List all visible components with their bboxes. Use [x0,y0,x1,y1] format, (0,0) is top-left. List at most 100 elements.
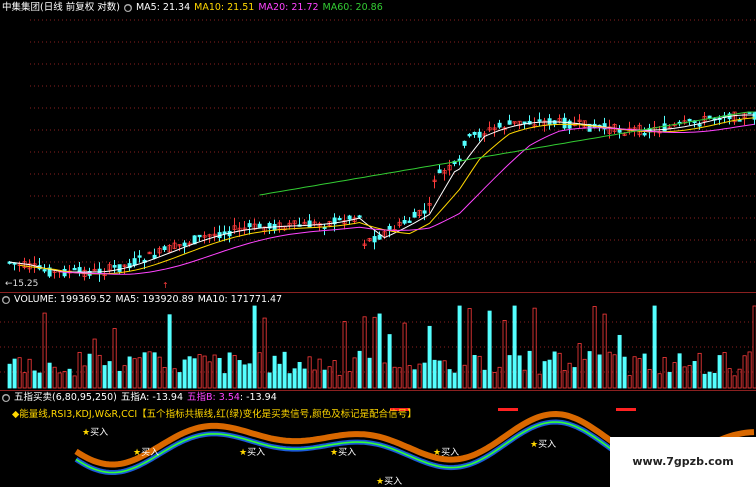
volume-bar [747,351,752,389]
volume-bar [132,358,137,389]
volume-bar [17,357,22,389]
volume-bar [277,363,282,389]
settings-circle-icon[interactable]: ● [2,295,10,304]
volume-bar [622,356,627,389]
candle-body [472,131,477,135]
candle-body [422,210,427,214]
buy-signal-marker: ★买入 [330,448,357,458]
ma20-value: MA20: 21.72 [258,2,319,13]
volume-bar [272,355,277,389]
candle-body [132,258,137,266]
volume-bar [222,373,227,389]
ma10-value: MA10: 21.51 [194,2,255,13]
volume-bar [297,361,302,389]
volume-bar [207,361,212,389]
candle-body [162,246,167,251]
volume-bar [422,362,427,389]
volume-bar [312,369,317,389]
sell-signal-bar [616,408,636,411]
volume-bar [82,365,87,389]
candle-body [307,220,312,228]
volume-bar [407,365,412,389]
volume-bar [47,362,52,389]
volume-bar [652,305,657,389]
volume-bar [67,368,72,389]
candle-body [437,169,442,174]
volume-bar [237,360,242,389]
volume-bar [162,366,167,389]
volume-bar [142,352,147,389]
ma5-line [9,114,755,273]
volume-bar [567,362,572,389]
volume-bar [562,370,567,389]
volume-bar [27,358,32,389]
volume-bar [337,374,342,389]
volume-bar [492,372,497,389]
settings-circle-icon[interactable]: ● [123,3,132,12]
indicator-description: ◆能量线,RSI3,KDJ,W&R,CCI【五个指标共振线,红(绿)变化是买卖信… [12,409,417,420]
volume-bar [717,355,722,389]
volume-bar [587,351,592,389]
volume-bar [412,369,417,389]
volume-bar [42,312,47,389]
volume-bar [117,370,122,389]
volume-bar [57,372,62,389]
candle-body [377,234,382,240]
volume-bar [662,357,667,389]
ma60-value: MA60: 20.86 [322,2,383,13]
volume-bar [677,353,682,389]
volume-bar [732,375,737,389]
sell-signal-bar [498,408,518,411]
volume-bar [637,358,642,389]
buy-signal-marker: ★买入 [82,428,109,438]
candle-body [687,118,692,122]
volume-bar [232,355,237,389]
volume-bar [287,373,292,389]
candle-body [477,131,482,138]
ma20-line [59,123,755,275]
volume-bar [32,370,37,389]
volume-bar [177,372,182,389]
volume-bar [462,364,467,389]
volume-bar [197,354,202,389]
volume-bar [497,366,502,389]
candle-body [497,122,502,128]
volume-bar [712,372,717,389]
volume-bar [362,316,367,389]
volume-bar [52,366,57,389]
volume-bar [582,358,587,389]
volume-bar [527,350,532,389]
volume-bar [102,365,107,389]
candle-body [662,123,667,132]
volume-bar [597,354,602,389]
volume-bar [302,368,307,389]
candle-body [337,217,342,221]
price-panel[interactable]: ↑ 中集集团(日线 前复权 对数) ● MA5: 21.34 MA10: 21.51 M… [0,0,756,292]
volume-bar [397,367,402,389]
candle-body [402,220,407,224]
buy-signal-marker: ★买入 [239,448,266,458]
volume-panel[interactable]: ● VOLUME: 199369.52 MA5: 193920.89 MA10: 17… [0,292,756,390]
volume-bar [72,375,77,389]
volume-bar [447,369,452,389]
volume-bar [632,356,637,389]
settings-circle-icon[interactable]: ● [2,393,10,402]
buy-signal-marker: ★买入 [433,448,460,458]
candle-body [357,215,362,218]
buy-signal-marker: ★买入 [133,448,160,458]
volume-bar [697,352,702,389]
candle-body [562,117,567,129]
candlestick-chart[interactable]: ↑ [0,0,756,292]
candle-body [182,242,187,247]
volume-bar [417,363,422,389]
volume-bar [322,369,327,389]
indicator-header: ● 五指买卖(6,80,95,250) 五指A: -13.94 五指B: 3.54: … [2,391,281,405]
volume-bar [167,314,172,389]
candle-body [642,133,647,136]
candle-body [407,220,412,223]
volume-bar [127,356,132,389]
volume-bar [502,320,507,389]
volume-bar [342,321,347,389]
volume-bar [557,352,562,389]
volume-bar [292,368,297,389]
